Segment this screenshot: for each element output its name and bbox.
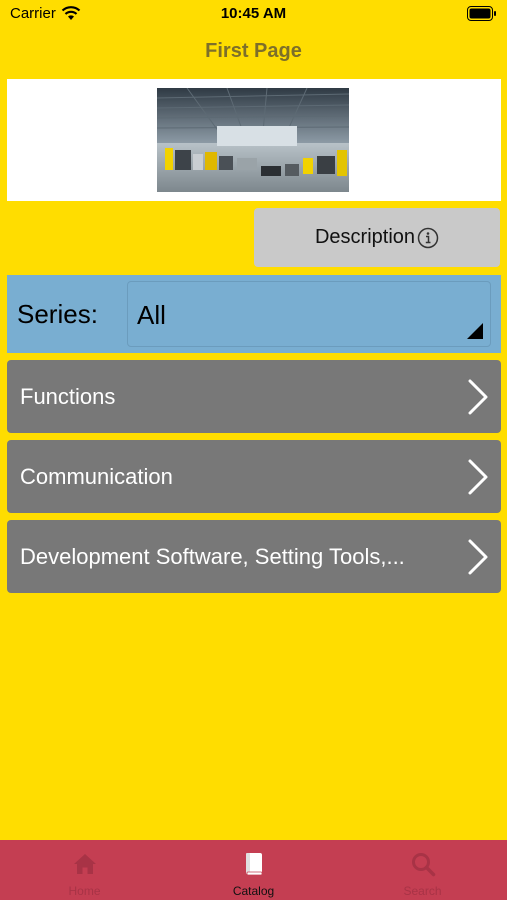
tab-home[interactable]: Home [0, 840, 169, 900]
tab-label: Search [403, 884, 442, 898]
row-label: Functions [20, 384, 116, 409]
row-label: Communication [20, 464, 173, 489]
tab-catalog[interactable]: Catalog [169, 840, 338, 900]
row-label: Development Software, Setting Tools,... [20, 544, 405, 569]
search-icon [411, 853, 435, 877]
description-button[interactable]: Description [254, 208, 500, 267]
factory-hall-image [157, 88, 349, 192]
banner [7, 79, 501, 201]
chevron-right-icon [468, 459, 488, 495]
series-label: Series: [17, 299, 98, 329]
page-title: First Page [205, 40, 302, 62]
status-bar: Carrier 10:45 AM [0, 0, 507, 30]
tab-label: Home [68, 884, 101, 898]
series-filter: Series: All [7, 275, 501, 353]
row-development-software[interactable]: Development Software, Setting Tools,... [7, 520, 501, 593]
row-functions[interactable]: Functions [7, 360, 501, 433]
tab-search[interactable]: Search [338, 840, 507, 900]
chevron-right-icon [468, 379, 488, 415]
chevron-right-icon [468, 539, 488, 575]
clock: 10:45 AM [220, 5, 287, 22]
row-communication[interactable]: Communication [7, 440, 501, 513]
series-dropdown[interactable]: All [127, 281, 491, 347]
dropdown-corner-icon [467, 323, 483, 339]
description-label: Description [314, 226, 416, 248]
tab-label: Catalog [232, 884, 275, 898]
home-icon [73, 854, 96, 874]
battery-icon [467, 6, 496, 21]
tab-bar: Home Catalog Search [0, 840, 507, 900]
series-value: All [137, 300, 166, 330]
info-icon [417, 227, 439, 248]
book-icon [245, 853, 262, 876]
